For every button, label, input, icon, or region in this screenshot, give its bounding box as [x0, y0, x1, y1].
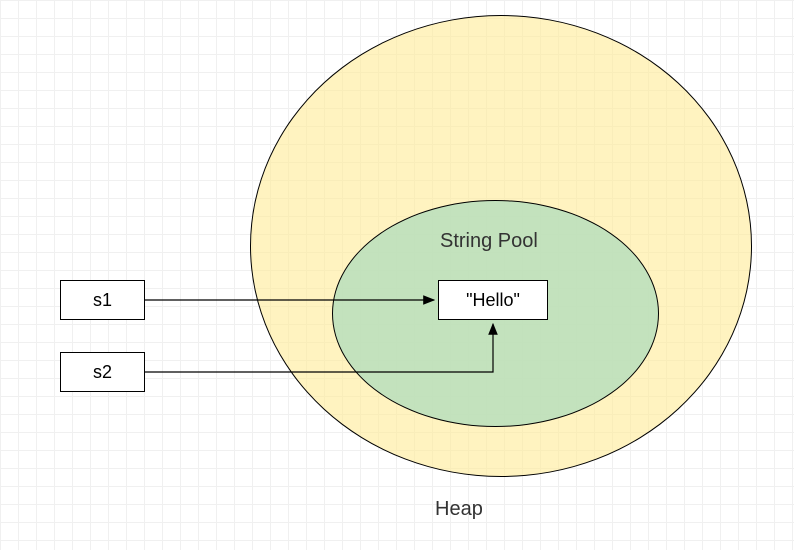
- heap-label: Heap: [435, 498, 483, 521]
- diagram-stage: String Pool Heap s1 s2 "Hello": [0, 0, 794, 550]
- variable-s2-box: s2: [60, 352, 145, 392]
- variable-s1-box: s1: [60, 280, 145, 320]
- string-pool-label: String Pool: [440, 230, 538, 253]
- string-object-hello: "Hello": [438, 280, 548, 320]
